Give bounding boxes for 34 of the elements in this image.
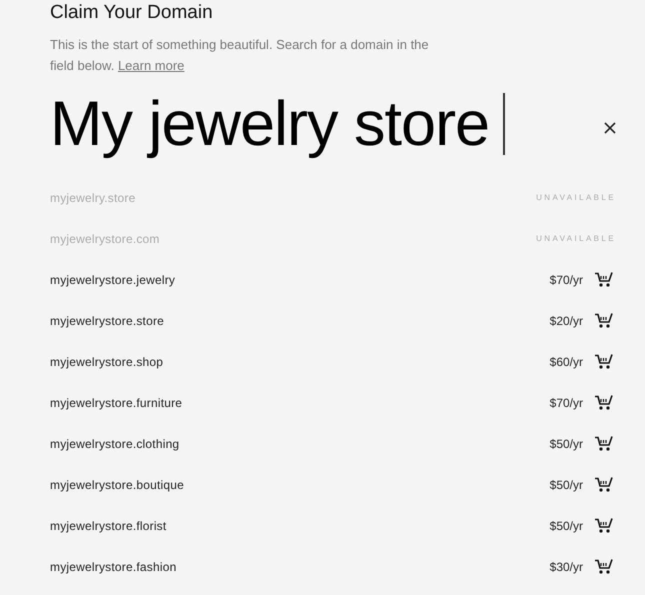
cart-icon[interactable] [594, 558, 614, 575]
domain-name: myjewelrystore.boutique [50, 478, 184, 492]
price-text: $60/yr [550, 354, 583, 368]
cart-icon[interactable] [594, 394, 614, 411]
text-cursor [503, 93, 505, 155]
unavailable-label: UNAVAILABLE [536, 234, 616, 243]
cart-icon[interactable] [594, 517, 614, 534]
page-title: Claim Your Domain [50, 1, 214, 24]
learn-more-link[interactable]: Learn more [118, 58, 184, 73]
price-text: $50/yr [550, 478, 583, 492]
unavailable-label: UNAVAILABLE [536, 193, 616, 202]
cart-icon[interactable] [594, 353, 614, 370]
domain-name: myjewelrystore.jewelry [50, 272, 176, 286]
domain-name: myjewelrystore.furniture [50, 396, 182, 410]
description-text: This is the start of something beautiful. Search for a domain in the field below. Learn more [50, 36, 430, 75]
domain-name: myjewelrystore.shop [50, 354, 164, 368]
cart-icon[interactable] [594, 476, 614, 493]
price-text: $70/yr [550, 396, 583, 410]
price-text: $50/yr [550, 436, 583, 450]
domain-name: myjewelrystore.florist [50, 518, 166, 532]
cart-icon[interactable] [594, 312, 614, 329]
domain-name: myjewelrystore.com [50, 232, 160, 246]
cart-icon[interactable] [594, 435, 614, 452]
domain-name: myjewelry.store [50, 190, 136, 204]
domain-name: myjewelrystore.fashion [50, 560, 176, 574]
close-icon[interactable] [604, 122, 616, 134]
price-text: $20/yr [550, 314, 583, 328]
price-text: $50/yr [550, 518, 583, 532]
price-text: $30/yr [550, 560, 583, 574]
cart-icon[interactable] [594, 271, 614, 288]
search-field[interactable]: My jewelry store [50, 88, 490, 160]
domain-name: myjewelrystore.clothing [50, 436, 180, 450]
price-text: $70/yr [550, 272, 583, 286]
domain-name: myjewelrystore.store [50, 314, 164, 328]
